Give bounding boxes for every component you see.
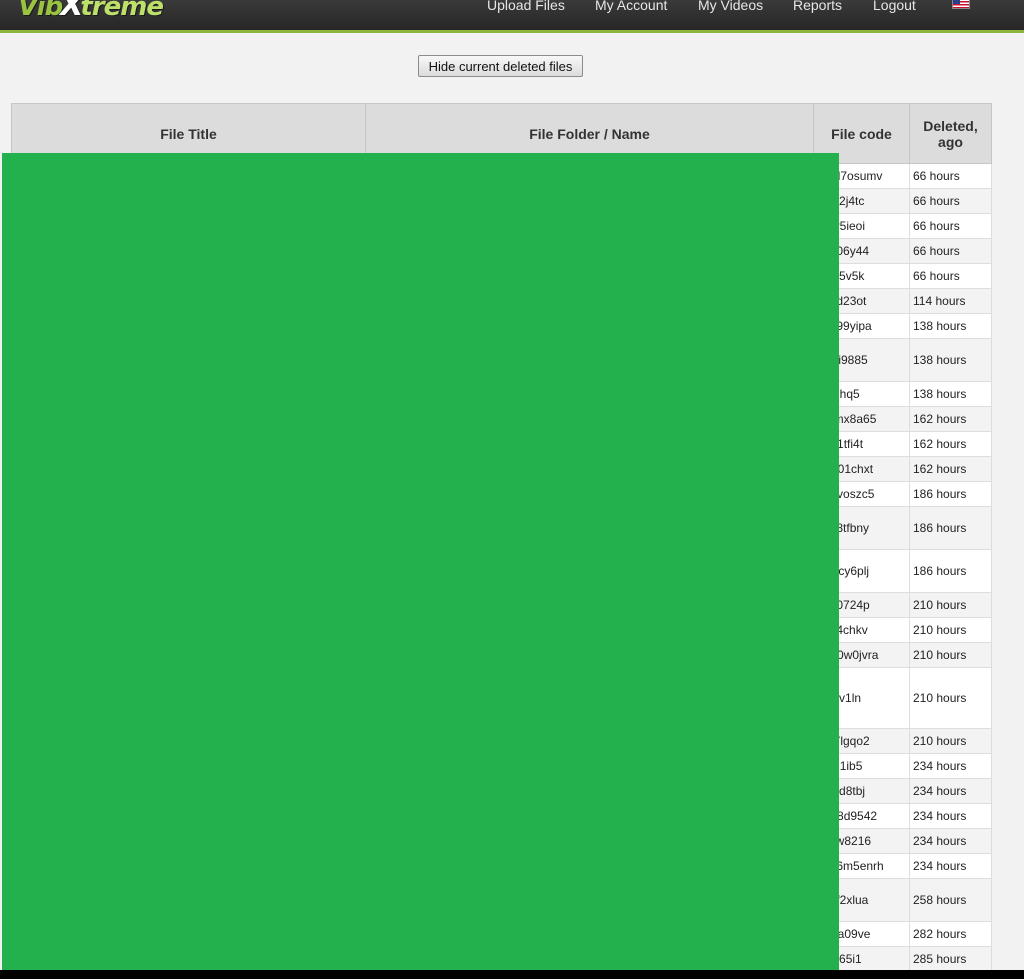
cell-deleted-ago: 282 hours	[909, 921, 992, 947]
cell-deleted-ago: 234 hours	[909, 853, 992, 879]
cell-deleted-ago: 66 hours	[909, 238, 992, 264]
cell-deleted-ago: 162 hours	[909, 431, 992, 457]
cell-deleted-ago: 114 hours	[909, 288, 992, 314]
cell-deleted-ago: 66 hours	[909, 163, 992, 189]
cell-deleted-ago: 234 hours	[909, 753, 992, 779]
nav-logout[interactable]: Logout	[873, 0, 916, 13]
main-nav: Upload Files My Account My Videos Report…	[0, 0, 1024, 17]
us-flag-icon[interactable]	[952, 0, 970, 9]
bottom-edge-bar	[0, 970, 1024, 979]
cell-deleted-ago: 186 hours	[909, 549, 992, 593]
column-header-deleted-ago[interactable]: Deleted, ago	[909, 103, 992, 164]
cell-deleted-ago: 138 hours	[909, 381, 992, 407]
cell-deleted-ago: 66 hours	[909, 188, 992, 214]
cell-deleted-ago: 258 hours	[909, 878, 992, 922]
cell-deleted-ago: 66 hours	[909, 263, 992, 289]
cell-deleted-ago: 210 hours	[909, 728, 992, 754]
hide-deleted-files-button[interactable]: Hide current deleted files	[418, 55, 583, 77]
cell-deleted-ago: 234 hours	[909, 778, 992, 804]
nav-reports[interactable]: Reports	[793, 0, 842, 13]
cell-deleted-ago: 234 hours	[909, 803, 992, 829]
cell-deleted-ago: 186 hours	[909, 481, 992, 507]
cell-deleted-ago: 210 hours	[909, 617, 992, 643]
nav-my-videos[interactable]: My Videos	[698, 0, 763, 13]
cell-deleted-ago: 210 hours	[909, 642, 992, 668]
cell-deleted-ago: 210 hours	[909, 667, 992, 729]
cell-deleted-ago: 285 hours	[909, 946, 992, 972]
redaction-overlay	[2, 153, 839, 970]
cell-deleted-ago: 162 hours	[909, 456, 992, 482]
cell-deleted-ago: 138 hours	[909, 338, 992, 382]
cell-deleted-ago: 66 hours	[909, 213, 992, 239]
cell-deleted-ago: 210 hours	[909, 592, 992, 618]
nav-my-account[interactable]: My Account	[595, 0, 667, 13]
cell-deleted-ago: 162 hours	[909, 406, 992, 432]
cell-deleted-ago: 138 hours	[909, 313, 992, 339]
nav-upload-files[interactable]: Upload Files	[487, 0, 565, 13]
cell-deleted-ago: 186 hours	[909, 506, 992, 550]
top-navigation-bar: VibXtreme Upload Files My Account My Vid…	[0, 0, 1024, 33]
cell-deleted-ago: 234 hours	[909, 828, 992, 854]
